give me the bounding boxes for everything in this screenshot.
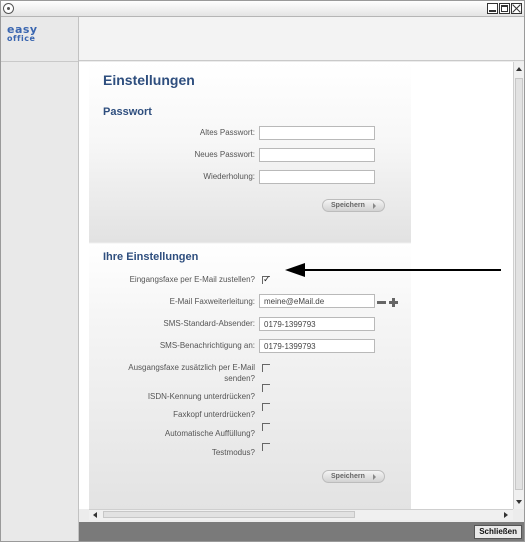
- logo-line-1: easy: [7, 23, 38, 36]
- outgoing-copy-label-1: Ausgangsfaxe zusätzlich per E-Mail: [128, 363, 255, 372]
- page-title: Einstellungen: [103, 72, 195, 88]
- password-save-button[interactable]: Speichern: [322, 199, 385, 212]
- horizontal-scroll-thumb[interactable]: [103, 511, 355, 518]
- minimize-icon[interactable]: [487, 3, 498, 14]
- repeat-password-label: Wiederholung:: [203, 172, 255, 181]
- vertical-scroll-thumb[interactable]: [515, 78, 523, 490]
- plus-icon[interactable]: [389, 298, 398, 307]
- header-strip: [79, 17, 524, 61]
- testmode-checkbox[interactable]: [262, 443, 270, 451]
- vertical-scrollbar[interactable]: [513, 62, 524, 509]
- arrow-right-icon: [372, 473, 376, 480]
- isdn-label: ISDN-Kennung unterdrücken?: [147, 392, 255, 401]
- faxhead-checkbox[interactable]: [262, 403, 270, 411]
- arrow-right-icon: [372, 202, 376, 209]
- scroll-up-icon[interactable]: [515, 64, 523, 74]
- scroll-right-icon[interactable]: [501, 511, 511, 519]
- horizontal-scrollbar[interactable]: [89, 509, 513, 520]
- old-password-input[interactable]: [259, 126, 375, 140]
- autofill-label: Automatische Auffüllung?: [164, 429, 255, 438]
- close-button[interactable]: Schließen: [474, 525, 522, 539]
- annotation-arrow-icon: [285, 263, 501, 277]
- new-password-input[interactable]: [259, 148, 375, 162]
- sms-notify-label: SMS-Benachrichtigung an:: [159, 341, 255, 350]
- close-icon[interactable]: [511, 3, 522, 14]
- main-content: Einstellungen Passwort Altes Passwort: N…: [79, 62, 513, 509]
- isdn-checkbox[interactable]: [262, 384, 270, 392]
- title-bar[interactable]: [1, 1, 524, 17]
- faxhead-label: Faxkopf unterdrücken?: [173, 410, 255, 419]
- testmode-label: Testmodus?: [211, 448, 255, 457]
- new-password-label: Neues Passwort:: [194, 150, 255, 159]
- settings-heading: Ihre Einstellungen: [103, 251, 199, 263]
- sms-sender-label: SMS-Standard-Absender:: [163, 319, 255, 328]
- email-forward-label: E-Mail Faxweiterleitung:: [169, 297, 255, 306]
- sidebar-divider: [1, 61, 78, 62]
- email-forward-input[interactable]: [259, 294, 375, 308]
- email-delivery-checkbox[interactable]: [262, 274, 271, 285]
- settings-save-label: Speichern: [331, 473, 365, 480]
- outgoing-copy-label-2: senden?: [224, 374, 255, 383]
- status-bar: Schließen: [79, 522, 524, 541]
- outgoing-copy-checkbox[interactable]: [262, 364, 270, 372]
- autofill-checkbox[interactable]: [262, 423, 270, 431]
- app-icon[interactable]: [3, 3, 14, 14]
- app-window: easy office Einstellungen Passwort Altes…: [0, 0, 525, 542]
- maximize-icon[interactable]: [499, 3, 510, 14]
- sms-sender-input[interactable]: [259, 317, 375, 331]
- minus-icon[interactable]: [377, 301, 386, 304]
- email-delivery-label: Eingangsfaxe per E-Mail zustellen?: [129, 275, 255, 284]
- logo-line-2: office: [7, 34, 36, 43]
- old-password-label: Altes Passwort:: [199, 128, 255, 137]
- scroll-down-icon[interactable]: [515, 497, 523, 507]
- password-heading: Passwort: [103, 106, 152, 118]
- easy-office-logo[interactable]: easy office: [7, 23, 57, 51]
- sidebar: easy office: [1, 17, 79, 541]
- settings-save-button[interactable]: Speichern: [322, 470, 385, 483]
- window-controls: [487, 3, 522, 14]
- password-save-label: Speichern: [331, 202, 365, 209]
- repeat-password-input[interactable]: [259, 170, 375, 184]
- sms-notify-input[interactable]: [259, 339, 375, 353]
- scroll-left-icon[interactable]: [91, 511, 101, 519]
